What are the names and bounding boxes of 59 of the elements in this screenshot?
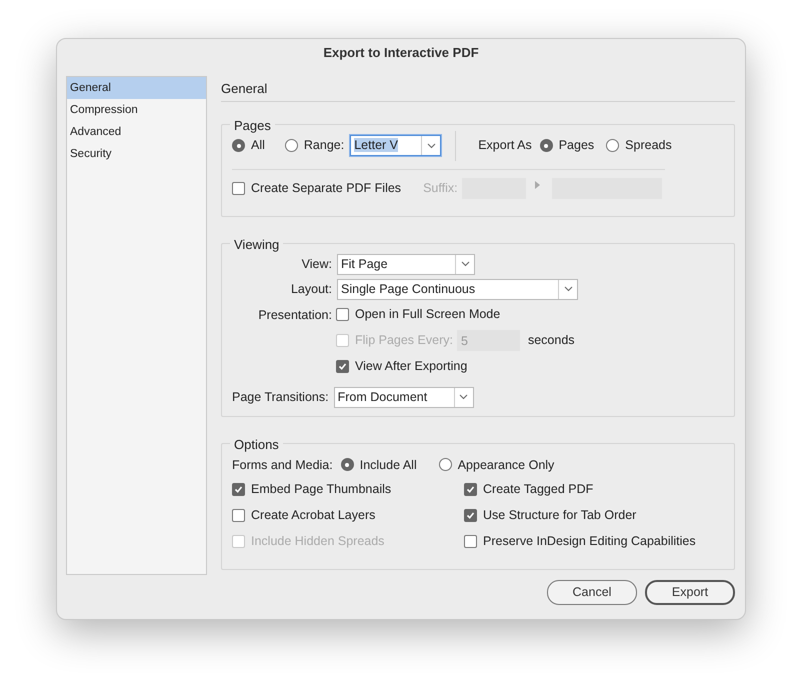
caret-icon <box>426 142 436 148</box>
layout-dropdown[interactable]: Single Page Continuous <box>337 278 578 300</box>
window-title: Export to Interactive PDF <box>323 44 479 62</box>
checkbox-label: Include Hidden Spreads <box>251 533 384 550</box>
radio-button[interactable] <box>606 139 620 152</box>
checkbox-label: Create Separate PDF Files <box>251 180 402 197</box>
checkbox-label: Open in Full Screen Mode <box>355 306 500 323</box>
field-label: Presentation: <box>257 306 332 324</box>
caret-icon <box>460 261 470 267</box>
radio-button[interactable] <box>540 139 553 152</box>
panel-title: General <box>221 76 735 102</box>
sidebar-item[interactable]: Advanced <box>67 121 206 143</box>
suffix-label: Suffix: <box>423 180 458 197</box>
radio-label: Pages <box>558 137 594 154</box>
radio-button[interactable] <box>438 458 452 472</box>
radio-label: Include All <box>360 456 417 474</box>
checkbox[interactable] <box>232 182 245 194</box>
range-dropdown[interactable]: Letter V <box>350 135 442 156</box>
field-label: Page Transitions: <box>232 388 329 406</box>
checkbox[interactable] <box>232 509 245 522</box>
checkbox[interactable] <box>336 308 349 320</box>
check-icon <box>338 362 347 370</box>
radio-label: All <box>251 137 265 154</box>
checkbox-label: Flip Pages Every: <box>355 332 453 349</box>
checkbox-label: View After Exporting <box>355 358 468 375</box>
check-icon <box>466 485 475 494</box>
arrow-icon <box>534 181 540 189</box>
checkbox-label: Create Tagged PDF <box>483 481 594 498</box>
field-label: View: <box>300 256 332 273</box>
export-button[interactable]: Export <box>645 580 735 604</box>
radio-button[interactable] <box>340 458 354 472</box>
radio-button[interactable] <box>232 139 245 152</box>
sidebar-item[interactable]: Security <box>67 143 206 165</box>
radio-label: Spreads <box>625 137 672 154</box>
radio-label: Appearance Only <box>458 456 554 474</box>
field-label: Layout: <box>290 280 332 298</box>
view-dropdown[interactable]: Fit Page <box>337 254 475 274</box>
checkbox-label: Use Structure for Tab Order <box>483 507 636 524</box>
checkbox-label: Create Acrobat Layers <box>251 507 376 524</box>
caret-icon <box>459 394 468 400</box>
checkbox[interactable] <box>464 483 477 496</box>
radio-button[interactable] <box>284 139 298 152</box>
checkbox[interactable] <box>336 360 349 372</box>
checkbox[interactable] <box>464 509 477 522</box>
checkbox-label: Embed Page Thumbnails <box>251 481 392 498</box>
transitions-dropdown[interactable]: From Document <box>334 386 474 408</box>
unit-label: seconds <box>528 332 575 349</box>
checkbox[interactable] <box>232 483 245 496</box>
sidebar-item[interactable]: Compression <box>67 99 206 121</box>
checkbox-label: Preserve InDesign Editing Capabilities <box>483 533 696 550</box>
check-icon <box>234 485 243 494</box>
sidebar-item[interactable]: General <box>67 77 206 99</box>
radio-label: Range: <box>304 137 344 154</box>
export-as-label: Export As <box>478 137 532 154</box>
field-label: Forms and Media: <box>232 456 333 474</box>
caret-icon <box>564 286 572 292</box>
check-icon <box>466 511 475 520</box>
cancel-button[interactable]: Cancel <box>547 580 637 604</box>
checkbox[interactable] <box>464 535 477 548</box>
